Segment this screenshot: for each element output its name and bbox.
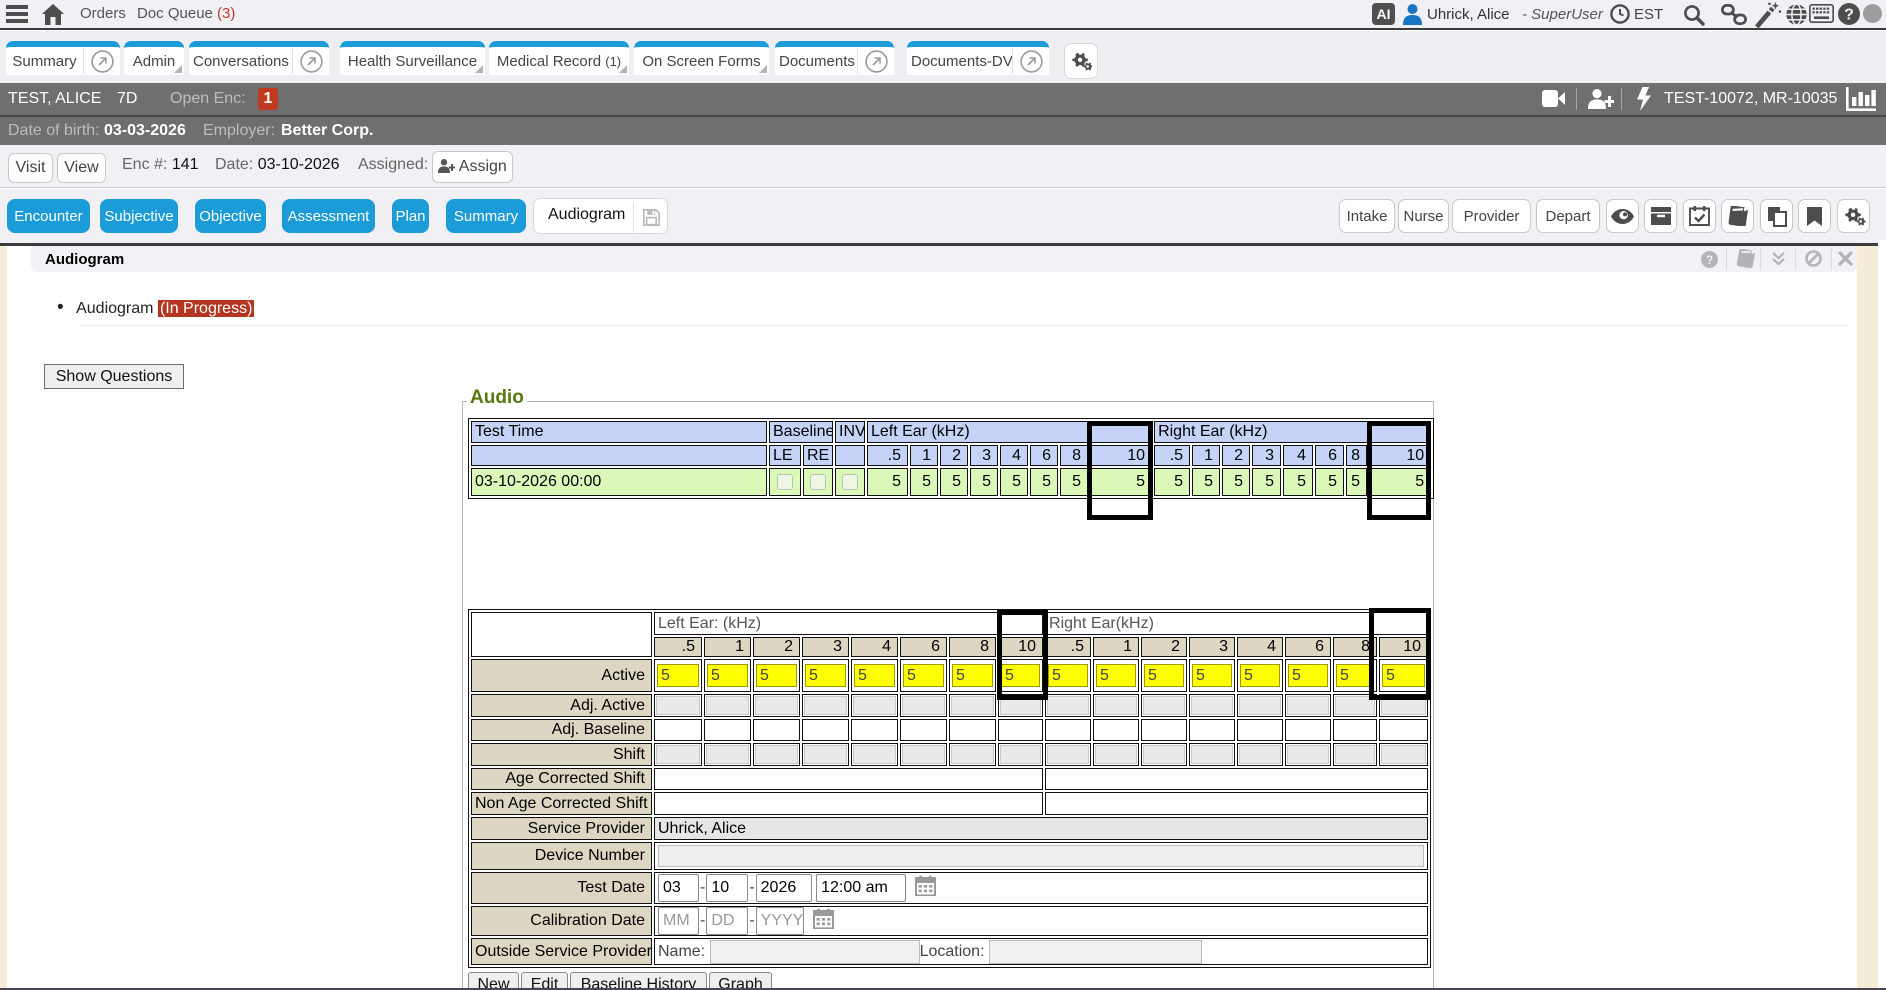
- svg-text:?: ?: [1844, 7, 1854, 24]
- svg-text:?: ?: [1706, 253, 1713, 267]
